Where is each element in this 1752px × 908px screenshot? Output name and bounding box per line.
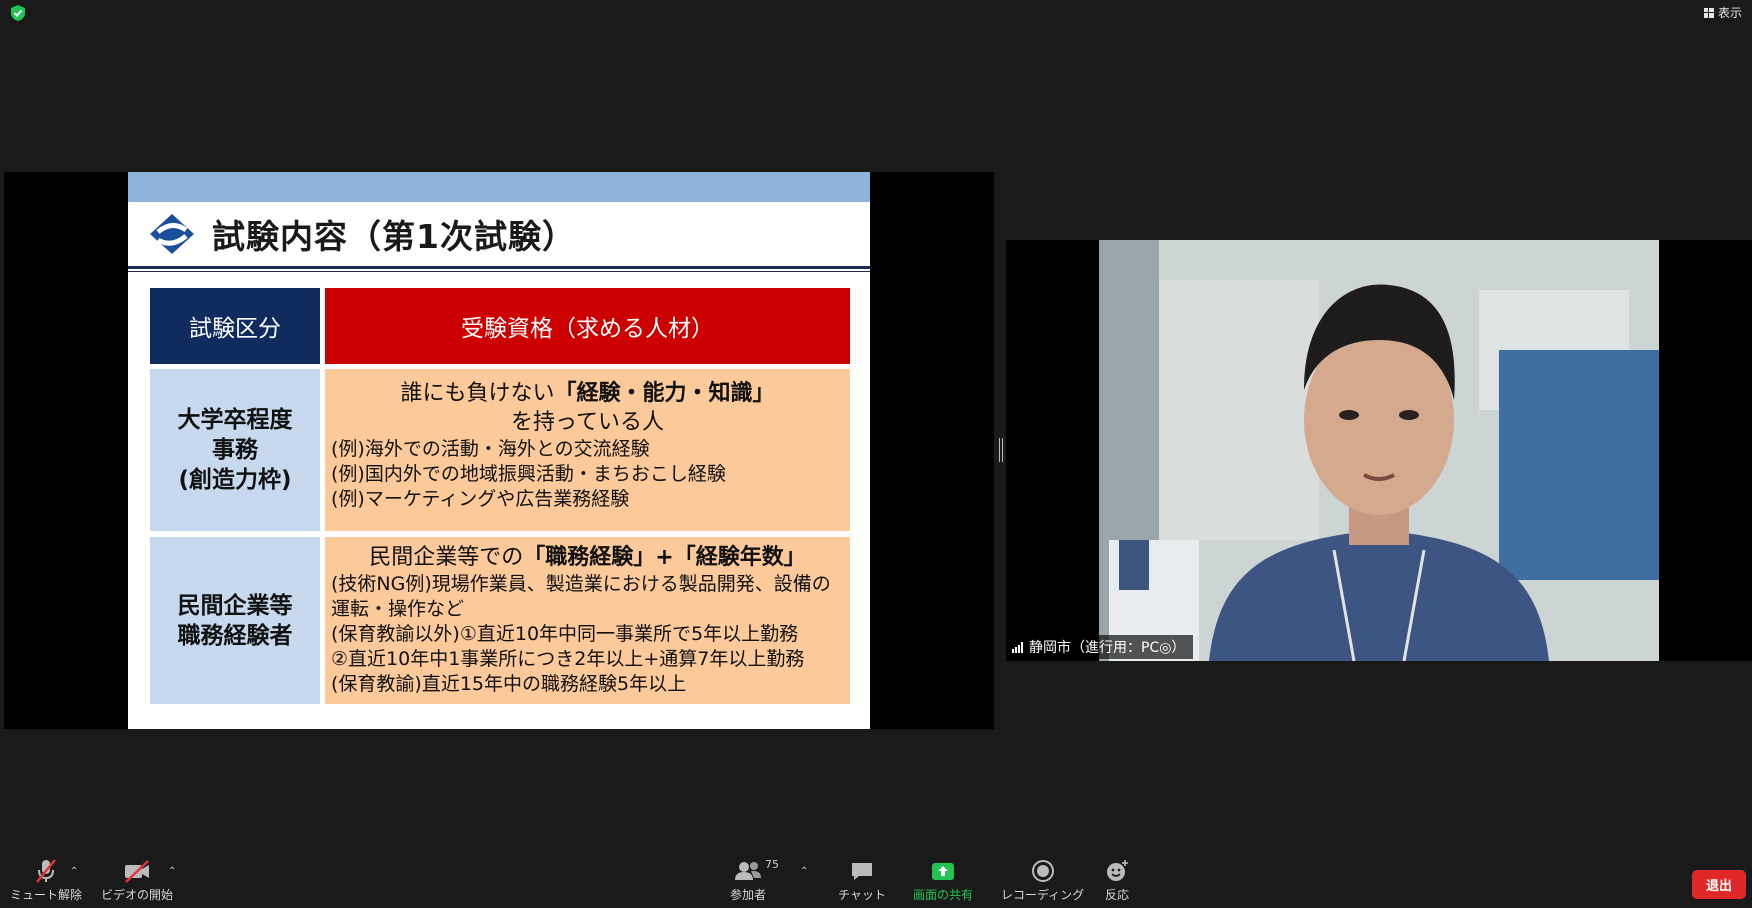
split-view-drag-handle[interactable] [999,438,1003,462]
category-cell-private-sector: 民間企業等 職務経験者 [150,537,320,704]
reactions-button[interactable]: 反応 [1104,856,1130,903]
chat-button[interactable]: チャット [838,856,886,903]
video-off-icon [123,856,151,886]
lead-emphasis: 「職務経験」+「経験年数」 [523,545,806,570]
grid-view-icon [1703,7,1714,18]
qualification-cell-university: 誰にも負けない「経験・能力・知識」 を持っている人 (例)海外での活動・海外との… [325,369,850,531]
participant-name-tag: 静岡市（進行用：PC◎） [1008,635,1194,659]
example-line: ②直近10年中1事業所につき2年以上+通算7年以上勤務 [331,648,805,670]
slide-top-band [128,172,870,202]
muted-microphone-icon [33,856,59,886]
participants-options-caret-icon[interactable]: ⌃ [800,866,808,877]
table-header-category: 試験区分 [150,288,320,364]
slide-divider-thin [128,271,870,272]
category-line: 事務 [212,437,258,463]
video-frame-illustration [1099,240,1659,661]
signal-strength-icon [1012,641,1023,653]
example-line: (保育教諭)直近15年中の職務経験5年以上 [331,673,687,695]
example-line: (例)海外での活動・海外との交流経験 [331,438,650,460]
security-shield-icon[interactable] [10,4,26,22]
lead-text: 民間企業等での [369,545,524,570]
unmute-button-label: ミュート解除 [10,888,83,902]
shizuoka-city-logo-icon [150,214,194,254]
shared-screen[interactable]: 試験内容（第1次試験） 試験区分 受験資格（求める人材） 大学卒程度 事務 (創… [4,172,994,729]
slide-divider [128,266,870,269]
view-button[interactable]: 表示 [1703,4,1742,21]
reactions-button-label: 反応 [1104,888,1129,902]
participants-button-label: 参加者 [730,888,767,902]
lead-text: 誰にも負けない [400,381,555,406]
participant-name: 静岡市（進行用：PC◎） [1029,640,1186,656]
chat-bubble-icon [849,856,875,886]
example-line: (例)国内外での地域振興活動・まちおこし経験 [331,463,726,485]
reaction-emoji-icon [1104,856,1130,886]
leave-meeting-button[interactable]: 退出 [1691,870,1746,899]
presentation-slide: 試験内容（第1次試験） 試験区分 受験資格（求める人材） 大学卒程度 事務 (創… [128,172,870,729]
video-options-caret-icon[interactable]: ⌃ [168,866,176,877]
chat-button-label: チャット [838,888,886,902]
start-video-button[interactable]: ビデオの開始 [101,856,173,903]
participants-icon: 75 [733,856,779,886]
category-cell-university: 大学卒程度 事務 (創造力枠) [150,369,320,531]
qualification-lead: 民間企業等での「職務経験」+「経験年数」 [331,543,844,572]
category-line: 民間企業等 [177,592,293,619]
participants-count: 75 [765,858,779,871]
share-screen-icon [930,856,956,886]
unmute-button[interactable]: ミュート解除 [10,856,82,903]
slide-title: 試験内容（第1次試験） [212,217,576,256]
qualification-lead: 誰にも負けない「経験・能力・知識」 [331,379,844,408]
meeting-toolbar: ミュート解除 ⌃ ビデオの開始 ⌃ 75 参加者 ⌃ チャット 画面の共有 レコ… [0,856,1752,908]
category-line: 職務経験者 [177,622,293,649]
category-line: 大学卒程度 [177,407,293,433]
example-line: (技術NG例)現場作業員、製造業における製品開発、設備の [331,573,831,595]
view-button-label: 表示 [1717,6,1742,20]
example-line: (保育教諭以外)①直近10年中同一事業所で5年以上勤務 [331,623,799,645]
table-header-qualification: 受験資格（求める人材） [325,288,850,364]
participant-video-feed [1099,240,1659,661]
recording-button[interactable]: レコーディング [1001,856,1084,903]
record-icon [1030,856,1056,886]
share-screen-button-label: 画面の共有 [913,888,974,902]
qualification-cell-private-sector: 民間企業等での「職務経験」+「経験年数」 (技術NG例)現場作業員、製造業におけ… [325,537,850,704]
example-line: 運転・操作など [331,598,465,620]
category-line: (創造力枠) [178,467,292,493]
slide-header: 試験内容（第1次試験） [148,206,576,262]
share-screen-button[interactable]: 画面の共有 [913,856,973,903]
start-video-button-label: ビデオの開始 [101,888,174,902]
lead-emphasis: 「経験・能力・知識」 [554,381,775,406]
audio-options-caret-icon[interactable]: ⌃ [70,866,78,877]
example-line: (例)マーケティングや広告業務経験 [331,488,630,510]
qualification-lead-line2: を持っている人 [511,410,664,435]
recording-button-label: レコーディング [1001,888,1085,902]
participants-button[interactable]: 75 参加者 [730,856,779,903]
participant-video-panel[interactable]: 静岡市（進行用：PC◎） [1006,240,1752,661]
